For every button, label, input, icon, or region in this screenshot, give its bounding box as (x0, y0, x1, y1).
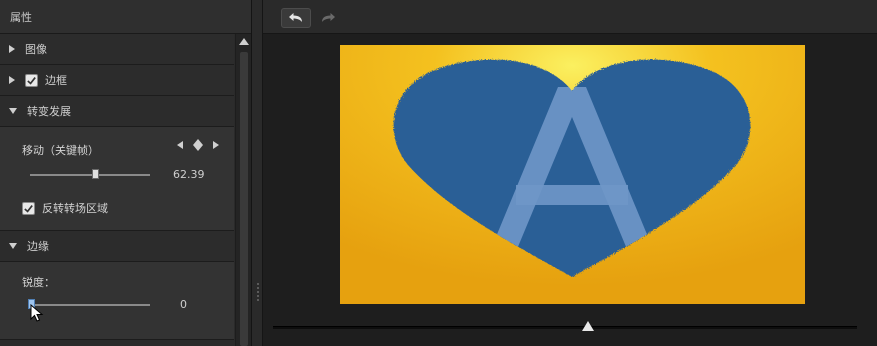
section-image-label: 图像 (25, 43, 47, 56)
move-value: 62.39 (173, 168, 205, 181)
scrollbar-thumb[interactable] (240, 52, 248, 346)
border-checkbox[interactable] (25, 73, 38, 87)
previous-keyframe-icon[interactable] (176, 140, 185, 150)
panel-splitter[interactable] (252, 0, 263, 346)
checkmark-icon (24, 204, 33, 213)
redo-button[interactable] (313, 8, 343, 28)
section-edge-body: 锐度： 0 (0, 262, 234, 340)
panel-title: 属性 (0, 0, 251, 34)
undo-button[interactable] (281, 8, 311, 28)
next-keyframe-icon[interactable] (211, 140, 220, 150)
section-border-header[interactable]: 边框 (0, 65, 234, 96)
preview-canvas[interactable] (340, 45, 805, 304)
panel-scrollbar[interactable] (235, 34, 251, 346)
add-keyframe-icon[interactable] (193, 139, 203, 151)
collapse-arrow-icon[interactable] (9, 108, 17, 114)
sharpness-label: 锐度： (22, 276, 55, 289)
playhead-icon[interactable] (582, 321, 595, 331)
sharpness-slider-track[interactable] (30, 304, 150, 306)
collapse-arrow-icon[interactable] (9, 243, 17, 249)
section-transition-body: 移动（关键帧） 62.39 反转转场区域 (0, 127, 234, 231)
section-edge-label: 边缘 (27, 240, 49, 253)
section-image-header[interactable]: 图像 (0, 34, 234, 65)
timeline-bar[interactable] (273, 326, 857, 329)
reverse-transition-label: 反转转场区域 (42, 202, 108, 215)
properties-scroll-area: 图像 边框 转变发展 移动（关键帧） 62.39 反转转场区域 边缘 锐度： 0 (0, 34, 234, 346)
properties-panel: 属性 图像 边框 转变发展 移动（关键帧） 62.39 反转转场区域 边缘 锐度… (0, 0, 252, 346)
section-border-label: 边框 (45, 74, 67, 87)
preview-panel (263, 0, 877, 346)
scroll-up-arrow-icon[interactable] (239, 38, 249, 45)
preview-image (340, 45, 805, 304)
move-slider-track[interactable] (30, 174, 150, 176)
undo-icon (289, 13, 302, 22)
move-keyframe-label: 移动（关键帧） (22, 144, 99, 157)
expand-arrow-icon[interactable] (9, 76, 15, 84)
redo-icon (322, 13, 335, 22)
reverse-transition-row[interactable]: 反转转场区域 (22, 200, 108, 216)
mouse-cursor-icon (30, 304, 44, 322)
section-transition-label: 转变发展 (27, 105, 71, 118)
reverse-transition-checkbox[interactable] (22, 201, 35, 215)
checkmark-icon (27, 76, 36, 85)
sharpness-value: 0 (180, 298, 187, 311)
splitter-grip-icon[interactable] (257, 283, 259, 301)
expand-arrow-icon[interactable] (9, 45, 15, 53)
move-slider-thumb[interactable] (92, 169, 99, 179)
preview-toolbar (263, 0, 877, 34)
section-transition-header[interactable]: 转变发展 (0, 96, 234, 127)
section-edge-header[interactable]: 边缘 (0, 231, 234, 262)
